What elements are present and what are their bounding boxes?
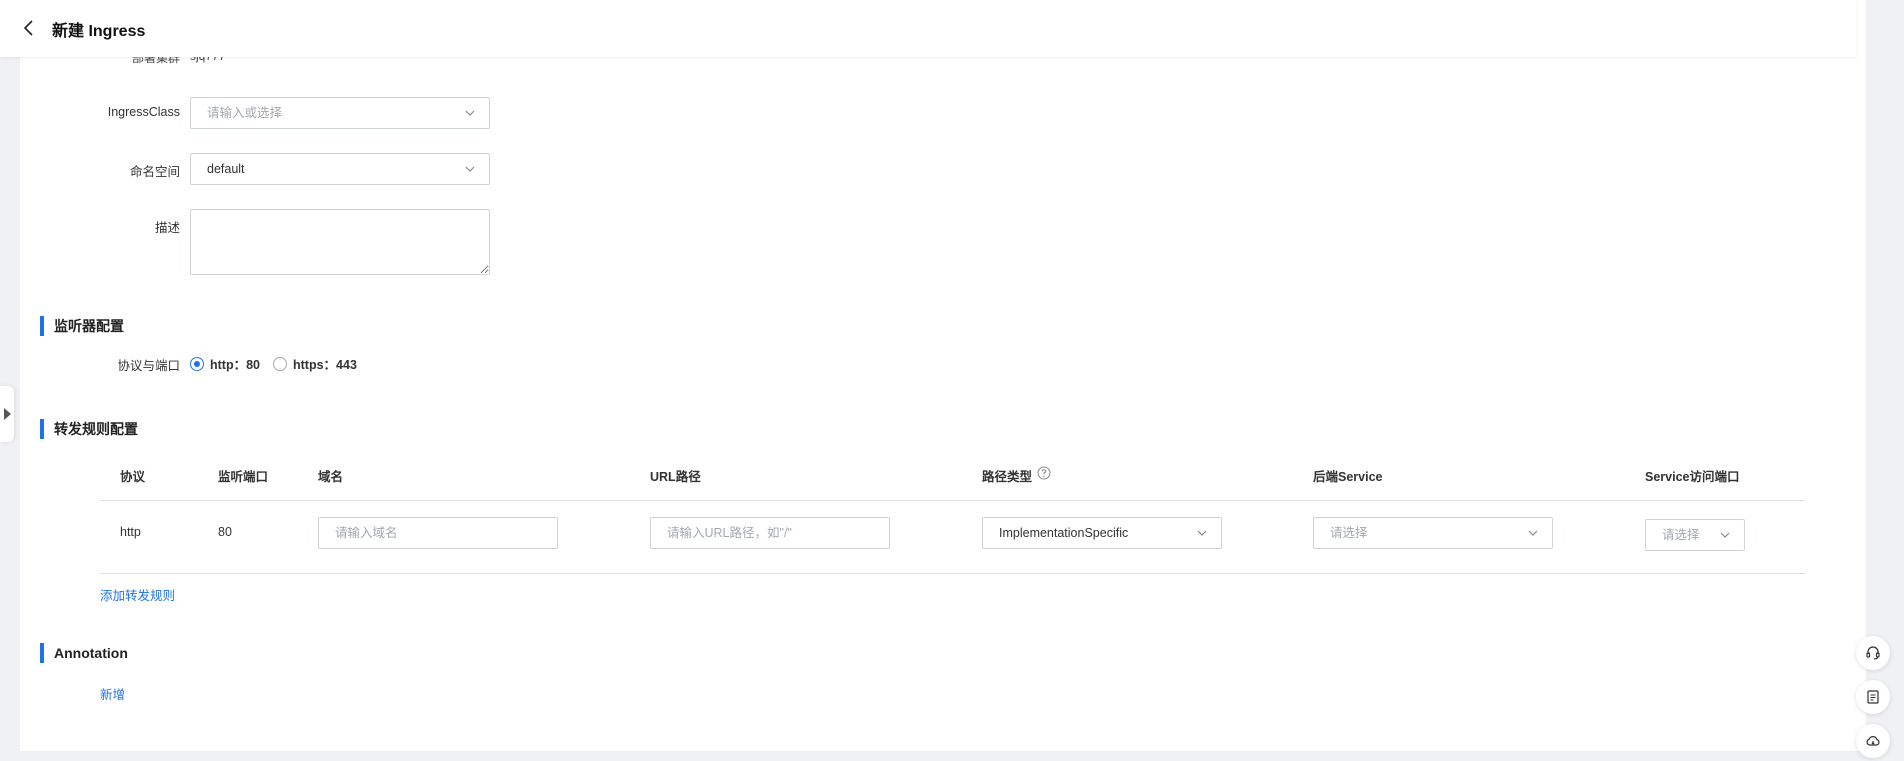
- chevron-down-icon: [465, 110, 475, 116]
- support-button[interactable]: [1856, 636, 1890, 670]
- chevron-down-icon: [1720, 532, 1730, 538]
- radio-http-label: http：80: [210, 358, 261, 372]
- col-domain: 域名: [318, 470, 344, 484]
- radio-dot: [273, 356, 287, 371]
- headset-icon: [1866, 646, 1880, 660]
- path-type-value: ImplementationSpecific: [999, 526, 1129, 540]
- radio-http-80[interactable]: http：80: [190, 354, 260, 373]
- cloud-button[interactable]: [1856, 724, 1890, 758]
- cloud-icon: [1866, 736, 1880, 746]
- table-header-divider: [100, 500, 1805, 501]
- col-url-path: URL路径: [650, 470, 701, 484]
- listener-section-title: 监听器配置: [40, 316, 124, 336]
- description-label: 描述: [154, 221, 180, 235]
- add-rule-link[interactable]: 添加转发规则: [100, 585, 175, 604]
- ingress-class-label: IngressClass: [107, 105, 180, 119]
- domain-input[interactable]: [318, 517, 558, 549]
- row-protocol: http: [120, 525, 141, 539]
- sidebar-expand-toggle[interactable]: [0, 386, 14, 442]
- url-path-input[interactable]: [650, 517, 890, 549]
- col-path-type: 路径类型: [982, 470, 1033, 484]
- page-title: 新建 Ingress: [52, 23, 146, 40]
- page-header: 新建 Ingress: [0, 0, 1856, 57]
- service-port-select[interactable]: 请选择: [1645, 519, 1745, 551]
- chevron-down-icon: [1197, 530, 1207, 536]
- radio-dot: [190, 356, 204, 371]
- radio-https-label: https：443: [293, 358, 357, 372]
- row-port: 80: [218, 525, 232, 539]
- chevron-down-icon: [465, 166, 475, 172]
- annotation-section-title: Annotation: [40, 643, 128, 663]
- backend-service-select[interactable]: 请选择: [1313, 517, 1553, 549]
- docs-button[interactable]: [1856, 680, 1890, 714]
- ingress-class-select[interactable]: 请输入或选择: [190, 97, 490, 129]
- chevron-left-icon[interactable]: [20, 18, 38, 38]
- path-type-select[interactable]: ImplementationSpecific: [982, 517, 1222, 549]
- floating-toolbar: [1854, 636, 1892, 761]
- document-icon: [1867, 690, 1879, 704]
- ingress-class-placeholder: 请输入或选择: [207, 106, 283, 120]
- col-service-port: Service访问端口: [1645, 470, 1740, 484]
- backend-service-placeholder: 请选择: [1330, 526, 1368, 540]
- col-protocol: 协议: [120, 470, 146, 484]
- col-listen-port: 监听端口: [218, 470, 269, 484]
- service-port-placeholder: 请选择: [1662, 528, 1700, 542]
- radio-https-443[interactable]: https：443: [273, 354, 357, 373]
- protocol-port-label: 协议与端口: [117, 359, 180, 373]
- namespace-value: default: [207, 162, 245, 176]
- question-circle-icon[interactable]: [1037, 466, 1051, 480]
- description-textarea[interactable]: [190, 209, 490, 275]
- namespace-label: 命名空间: [129, 165, 180, 179]
- table-row-divider: [100, 573, 1805, 574]
- add-annotation-link[interactable]: 新增: [100, 684, 125, 703]
- chevron-down-icon: [1528, 530, 1538, 536]
- rules-section-title: 转发规则配置: [40, 419, 138, 439]
- namespace-select[interactable]: default: [190, 153, 490, 185]
- col-backend-service: 后端Service: [1313, 470, 1383, 484]
- caret-right-icon: [4, 408, 11, 420]
